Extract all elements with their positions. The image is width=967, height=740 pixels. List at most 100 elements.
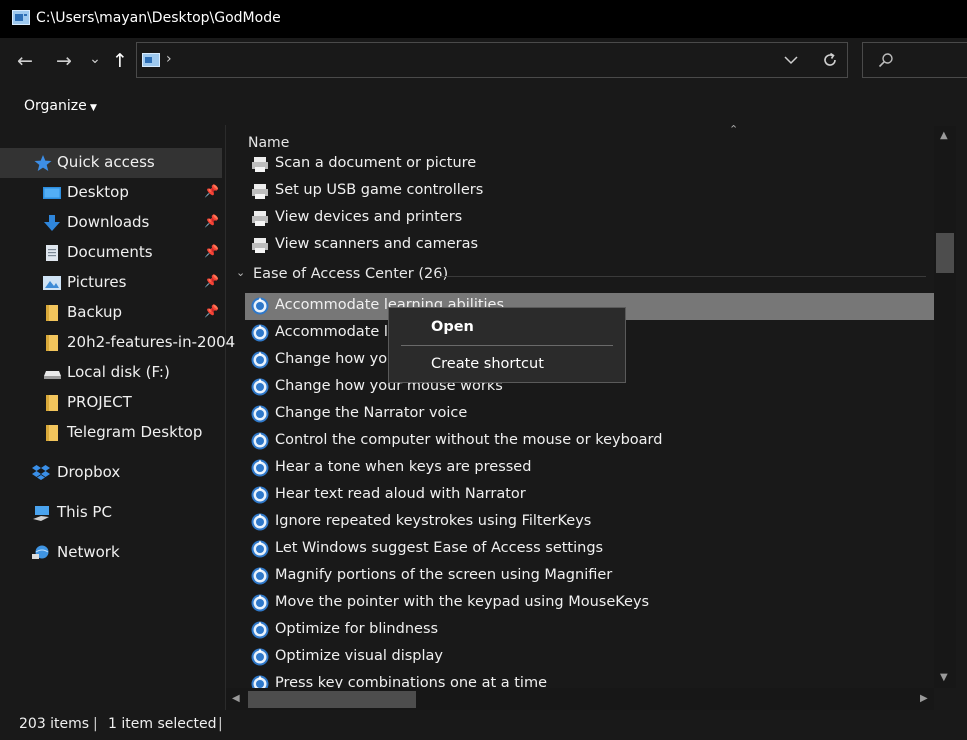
status-item-count: 203 items: [19, 716, 90, 732]
sidebar-item-backup[interactable]: Backup 📌: [0, 298, 222, 328]
list-item-label: Hear a tone when keys are pressed: [275, 459, 532, 475]
pane-divider[interactable]: [225, 125, 226, 710]
sidebar-item-label: Downloads: [67, 213, 150, 231]
list-item-label: Control the computer without the mouse o…: [275, 432, 663, 448]
recent-locations-button[interactable]: ⌄: [84, 48, 106, 70]
list-item-label: Scan a document or picture: [275, 155, 477, 171]
list-item[interactable]: Move the pointer with the keypad using M…: [245, 590, 935, 617]
organize-menu-button[interactable]: Organize: [24, 98, 87, 114]
pin-icon[interactable]: 📌: [204, 274, 219, 288]
list-item[interactable]: Change the Narrator voice: [245, 401, 935, 428]
sidebar-item-label: Pictures: [67, 273, 127, 291]
pc-icon: [33, 506, 49, 521]
sidebar-item-local-disk[interactable]: Local disk (F:): [0, 358, 222, 388]
status-separator: |: [93, 716, 98, 732]
context-menu-create-shortcut[interactable]: Create shortcut: [431, 356, 544, 372]
list-item[interactable]: Scan a document or picture: [245, 151, 935, 178]
folder-icon: [46, 425, 58, 441]
folder-icon: [46, 335, 58, 351]
sidebar-item-label: Desktop: [67, 183, 129, 201]
list-item[interactable]: Hear a tone when keys are pressed: [245, 455, 935, 482]
sidebar-item-network[interactable]: Network: [0, 538, 222, 568]
sidebar-item-dropbox[interactable]: Dropbox: [0, 458, 222, 488]
context-menu: Open Create shortcut: [388, 307, 626, 383]
list-item[interactable]: View devices and printers: [245, 205, 935, 232]
download-icon: [44, 215, 60, 231]
sidebar-item-label: Documents: [67, 243, 153, 261]
group-header[interactable]: ⌄ Ease of Access Center (26): [236, 266, 930, 286]
scroll-left-icon[interactable]: ◀: [232, 693, 240, 704]
sidebar-item-documents[interactable]: Documents 📌: [0, 238, 222, 268]
list-item[interactable]: Ignore repeated keystrokes using FilterK…: [245, 509, 935, 536]
vertical-scrollbar[interactable]: [934, 126, 956, 688]
sidebar-item-label: Quick access: [57, 153, 155, 171]
list-item[interactable]: Control the computer without the mouse o…: [245, 428, 935, 455]
sidebar-item-quick-access[interactable]: Quick access: [0, 148, 222, 178]
pin-icon[interactable]: 📌: [204, 184, 219, 198]
sidebar-item-project[interactable]: PROJECT: [0, 388, 222, 418]
scroll-up-icon[interactable]: ▲: [940, 130, 948, 141]
list-item[interactable]: Hear text read aloud with Narrator: [245, 482, 935, 509]
list-item-label: View devices and printers: [275, 209, 463, 225]
list-item-label: Magnify portions of the screen using Mag…: [275, 567, 613, 583]
ease-of-access-icon: [251, 324, 269, 342]
window-title: C:\Users\mayan\Desktop\GodMode: [36, 10, 281, 26]
ease-of-access-icon: [251, 486, 269, 504]
list-item[interactable]: Press key combinations one at a time: [245, 671, 935, 688]
pin-icon[interactable]: 📌: [204, 214, 219, 228]
sidebar-item-downloads[interactable]: Downloads 📌: [0, 208, 222, 238]
horizontal-scroll-thumb[interactable]: [248, 691, 416, 708]
forward-button[interactable]: →: [53, 50, 75, 72]
ease-of-access-icon: [251, 594, 269, 612]
sidebar-item-label: Dropbox: [57, 463, 121, 481]
pin-icon[interactable]: 📌: [204, 304, 219, 318]
list-item[interactable]: Optimize visual display: [245, 644, 935, 671]
breadcrumb-chevron-icon[interactable]: ›: [166, 51, 172, 67]
printer-icon: [252, 157, 268, 172]
ease-of-access-icon: [251, 567, 269, 585]
list-item[interactable]: Set up USB game controllers: [245, 178, 935, 205]
ease-of-access-icon: [251, 432, 269, 450]
refresh-icon[interactable]: [821, 51, 839, 69]
chevron-down-icon: ⌄: [236, 266, 246, 279]
back-button[interactable]: ←: [14, 50, 36, 72]
list-item[interactable]: Magnify portions of the screen using Mag…: [245, 563, 935, 590]
drive-icon: [44, 371, 61, 379]
group-divider: [436, 276, 926, 277]
list-item[interactable]: Let Windows suggest Ease of Access setti…: [245, 536, 935, 563]
list-item-label: Let Windows suggest Ease of Access setti…: [275, 540, 604, 556]
chevron-down-icon[interactable]: [784, 55, 798, 65]
menu-separator: [401, 345, 613, 346]
dropbox-icon: [32, 465, 50, 480]
sidebar-item-desktop[interactable]: Desktop 📌: [0, 178, 222, 208]
sidebar-item-this-pc[interactable]: This PC: [0, 498, 222, 528]
vertical-scroll-thumb[interactable]: [936, 233, 954, 273]
sidebar-item-telegram-desktop[interactable]: Telegram Desktop: [0, 418, 222, 448]
ease-of-access-icon: [251, 513, 269, 531]
caret-down-icon: ▼: [90, 103, 97, 113]
up-button[interactable]: ↑: [109, 50, 131, 72]
sidebar-item-20h2-features[interactable]: 20h2-features-in-2004: [0, 328, 235, 358]
sidebar-item-pictures[interactable]: Pictures 📌: [0, 268, 222, 298]
list-item-label: Press key combinations one at a time: [275, 675, 548, 688]
list-item-label: View scanners and cameras: [275, 236, 479, 252]
network-icon: [32, 545, 49, 559]
sidebar-item-label: Backup: [67, 303, 122, 321]
scroll-down-icon[interactable]: ▼: [940, 672, 948, 683]
column-header-name[interactable]: Name: [248, 135, 289, 151]
address-bar[interactable]: [136, 42, 848, 78]
printer-icon: [252, 184, 268, 199]
folder-icon: [46, 305, 58, 321]
scroll-right-icon[interactable]: ▶: [920, 693, 928, 704]
context-menu-open[interactable]: Open: [431, 319, 474, 335]
list-item[interactable]: View scanners and cameras: [245, 232, 935, 259]
ease-of-access-icon: [251, 297, 269, 315]
sidebar-item-label: Local disk (F:): [67, 363, 170, 381]
pin-icon[interactable]: 📌: [204, 244, 219, 258]
sidebar-item-label: Telegram Desktop: [67, 423, 203, 441]
printer-icon: [252, 211, 268, 226]
printer-icon: [252, 238, 268, 253]
ease-of-access-icon: [251, 675, 269, 688]
status-selection-count: 1 item selected: [108, 716, 217, 732]
list-item[interactable]: Optimize for blindness: [245, 617, 935, 644]
